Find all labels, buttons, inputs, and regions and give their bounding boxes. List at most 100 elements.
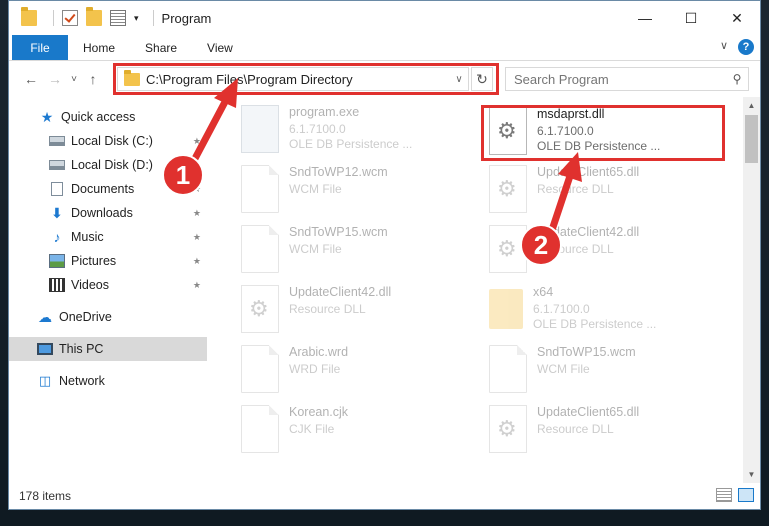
explorer-window: ▾ Program — ☐ ✕ File Home Share View ∨ ?… [8,0,761,510]
videos-icon [49,278,65,292]
sidebar-item-videos[interactable]: Videos ★ [9,273,207,297]
gear-file-icon: ⚙ [489,165,527,213]
exe-icon [241,105,279,153]
file-meta: OLE DB Persistence ... [289,137,413,151]
annotation-marker-2: 2 [520,224,562,266]
file-meta: CJK File [289,422,335,436]
minimize-button[interactable]: — [622,1,668,35]
properties-check-icon[interactable] [62,10,78,26]
page-icon [489,345,527,393]
file-meta: OLE DB Persistence ... [537,139,661,153]
divider [152,10,154,26]
item-count: 178 items [19,489,72,503]
sidebar-item-this-pc[interactable]: This PC [9,337,207,361]
maximize-button[interactable]: ☐ [668,1,714,35]
annotation-marker-1: 1 [162,154,204,196]
tab-file[interactable]: File [12,35,68,60]
file-meta: 6.1.7100.0 [533,302,590,316]
file-name: UpdateClient65.dll [537,405,640,419]
downloads-icon: ⬇ [51,205,63,221]
file-item-msdaprst[interactable]: ⚙ msdaprst.dll 6.1.7100.0 OLE DB Persist… [489,103,729,159]
file-item[interactable]: Arabic.wrd WRD File [241,341,481,397]
sidebar-item-label: This PC [59,342,104,356]
folder-icon [489,289,523,329]
sidebar-item-network[interactable]: ◫ Network [9,369,207,393]
search-icon[interactable]: ⚲ [726,72,748,86]
properties-icon[interactable] [110,10,126,26]
vertical-scrollbar[interactable]: ▲ ▼ [743,97,760,483]
scroll-down-icon[interactable]: ▼ [743,466,760,483]
pictures-icon [49,254,65,268]
search-input[interactable] [514,71,726,87]
pin-icon[interactable]: ★ [193,280,201,291]
search-box[interactable]: ⚲ [505,67,749,91]
sidebar-item-label: Local Disk (C:) [71,134,153,148]
pc-icon [37,343,53,355]
file-meta: Resource DLL [537,422,614,436]
file-item[interactable]: program.exe 6.1.7100.0 OLE DB Persistenc… [241,101,481,157]
file-name: SndToWP12.wcm [289,165,388,179]
sidebar-item-label: Documents [71,182,135,196]
close-button[interactable]: ✕ [714,1,760,35]
folder-icon[interactable] [21,7,37,26]
forward-button[interactable]: → [43,71,67,87]
documents-icon [51,182,63,196]
title-bar: ▾ Program — ☐ ✕ [9,1,760,35]
address-path[interactable]: C:\Program Files\Program Directory [146,72,450,87]
file-item[interactable]: SndToWP15.wcm WCM File [241,221,481,277]
refresh-button[interactable]: ↻ [471,67,493,91]
sidebar-item-label: Downloads [71,206,133,220]
ribbon-expand-icon[interactable]: ∨ [720,39,728,55]
chevron-down-icon[interactable]: ∨ [450,74,468,85]
file-item[interactable]: SndToWP15.wcm WCM File [489,341,729,397]
pin-icon[interactable]: ★ [193,256,201,267]
page-icon [241,405,279,453]
file-meta: 6.1.7100.0 [289,122,346,136]
file-item[interactable]: x64 6.1.7100.0 OLE DB Persistence ... [489,281,729,337]
page-icon [241,225,279,273]
file-meta: 6.1.7100.0 [537,124,594,138]
address-row: ← → ˅ ↑ C:\Program Files\Program Directo… [9,61,760,97]
window-title: Program [161,10,212,26]
divider [53,10,54,26]
file-item[interactable]: ⚙ UpdateClient65.dll Resource DLL [489,161,729,217]
sidebar-item-label: Quick access [61,110,136,124]
up-button[interactable]: ↑ [81,71,105,87]
sidebar-item-music[interactable]: ♪ Music ★ [9,225,207,249]
sidebar-item-quick-access[interactable]: ★ Quick access [9,105,207,129]
address-bar[interactable]: C:\Program Files\Program Directory ∨ [117,67,469,91]
file-list: program.exe 6.1.7100.0 OLE DB Persistenc… [217,97,747,483]
file-item[interactable]: ⚙ UpdateClient42.dll Resource DLL [241,281,481,337]
file-item[interactable]: Korean.cjk CJK File [241,401,481,457]
new-folder-icon[interactable] [86,7,102,26]
sidebar-item-onedrive[interactable]: ☁ OneDrive [9,305,207,329]
content-area: ★ Quick access Local Disk (C:) ★ Local D… [9,97,760,483]
pin-icon[interactable]: ★ [193,232,201,243]
sidebar-item-label: Network [59,374,105,388]
sidebar-item-label: OneDrive [59,310,112,324]
file-name: msdaprst.dll [537,107,605,121]
tab-home[interactable]: Home [68,35,130,60]
tab-view[interactable]: View [192,35,248,60]
sidebar-item-downloads[interactable]: ⬇ Downloads ★ [9,201,207,225]
pin-icon[interactable]: ★ [193,208,201,219]
back-button[interactable]: ← [19,71,43,87]
pin-icon[interactable]: ★ [193,136,201,147]
scroll-up-icon[interactable]: ▲ [743,97,760,114]
scroll-thumb[interactable] [745,115,758,163]
sidebar-item-local-disk-c[interactable]: Local Disk (C:) ★ [9,129,207,153]
chevron-down-icon[interactable]: ▾ [134,13,139,24]
tab-share[interactable]: Share [130,35,192,60]
file-item[interactable]: SndToWP12.wcm WCM File [241,161,481,217]
help-icon[interactable]: ? [738,39,754,55]
file-name: UpdateClient42.dll [289,285,392,299]
tiles-view-icon[interactable] [738,488,754,502]
file-item[interactable]: ⚙ UpdateClient65.dll Resource DLL [489,401,729,457]
details-view-icon[interactable] [716,488,732,502]
star-icon: ★ [40,109,54,125]
recent-locations-button[interactable]: ˅ [67,74,81,85]
gear-file-icon: ⚙ [489,405,527,453]
ribbon-tabs: File Home Share View ∨ ? [9,35,760,61]
sidebar-item-pictures[interactable]: Pictures ★ [9,249,207,273]
network-icon: ◫ [38,373,52,388]
